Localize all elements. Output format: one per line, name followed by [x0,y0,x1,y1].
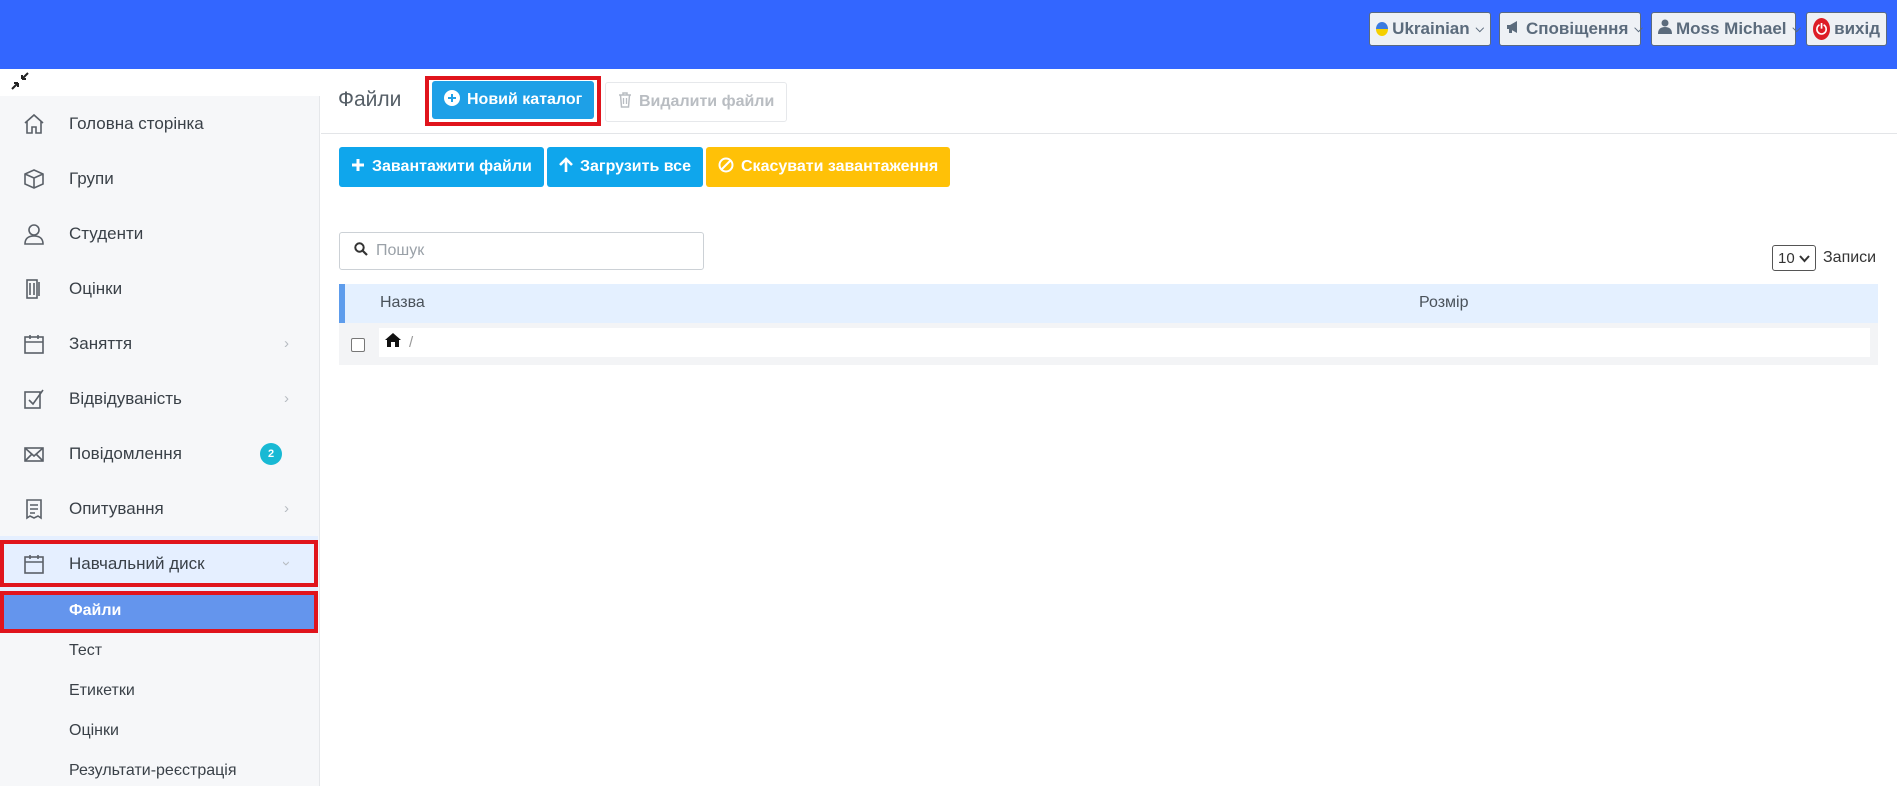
chevron-down-icon: ⌵ [1634,22,1643,35]
sidebar-item-label: Повідомлення [69,443,182,463]
collapse-icon[interactable] [10,71,30,97]
sidebar-item-label: Опитування [69,498,164,518]
chevron-down-icon: ⌵ [1792,22,1801,35]
language-dropdown[interactable]: Ukrainian ⌵ [1369,12,1491,46]
plus-circle-icon [444,89,460,111]
search-field[interactable]: Пошук [339,232,704,270]
sidebar: Головна сторінка Групи Студенти Оцінки З… [0,69,320,786]
ban-icon [718,157,734,178]
sidebar-subitem-label: Оцінки [69,722,119,739]
sidebar-item-label: Відвідуваність [69,388,182,408]
user-dropdown[interactable]: Moss Michael ⌵ [1651,12,1801,46]
new-folder-label: Новий каталог [467,91,583,108]
sidebar-item-grades[interactable]: Оцінки [0,261,318,316]
search-icon [354,241,368,261]
user-icon [1658,19,1672,39]
cancel-upload-button[interactable]: Скасувати завантаження [706,147,951,187]
per-page-select[interactable]: 10 [1772,245,1816,271]
per-page-value: 10 [1778,249,1795,267]
chevron-down-icon [1798,250,1810,267]
upload-files-label: Завантажити файли [372,158,532,175]
sidebar-collapse-bar [0,69,320,96]
delete-files-button[interactable]: Видалити файли [605,82,788,122]
notifications-label: Сповіщення [1526,19,1629,38]
sidebar-item-surveys[interactable]: Опитування › [0,481,318,536]
sidebar-subitem-label: Результати-реєстрація [69,762,237,779]
sidebar-subitem-test[interactable]: Тест [0,632,318,670]
chevron-down-icon: ⌵ [1475,22,1484,35]
upload-all-label: Загрузить все [580,158,691,175]
sidebar-subitem-grades[interactable]: Оцінки [0,712,318,750]
arrow-up-icon [559,156,573,178]
home-icon[interactable] [385,333,401,352]
column-header-size[interactable]: Розмір [1419,294,1468,312]
sidebar-subitem-labels[interactable]: Етикетки [0,672,318,710]
chevron-right-icon: › [284,500,289,517]
home-icon [22,112,46,136]
chevron-right-icon: › [284,390,289,407]
sidebar-item-label: Головна сторінка [69,113,204,133]
sidebar-item-label: Заняття [69,333,133,353]
cancel-upload-label: Скасувати завантаження [741,158,939,175]
sidebar-item-students[interactable]: Студенти [0,206,318,261]
sidebar-item-groups[interactable]: Групи [0,151,318,206]
search-placeholder: Пошук [376,242,425,259]
power-icon: ⏻ [1813,18,1831,40]
sidebar-item-label: Оцінки [69,278,123,298]
user-name: Moss Michael [1676,19,1787,38]
envelope-icon [22,442,46,466]
logout-label: вихід [1834,19,1880,38]
calendar-icon [22,332,46,356]
cube-icon [22,167,46,191]
files-table: Назва Розмір / [339,284,1878,365]
new-folder-button[interactable]: Новий каталог [432,81,595,119]
upload-files-button[interactable]: Завантажити файли [339,147,544,187]
plus-icon [351,158,365,177]
sidebar-item-label: Студенти [69,223,144,243]
sidebar-item-home[interactable]: Головна сторінка [0,96,318,151]
sidebar-item-attendance[interactable]: Відвідуваність › [0,371,318,426]
highlight-files [0,591,318,633]
user-icon [22,222,46,246]
checkbox-icon [22,387,46,411]
language-label: Ukrainian [1392,19,1470,38]
sidebar-subitem-label: Етикетки [69,682,135,699]
sidebar-item-lessons[interactable]: Заняття › [0,316,318,371]
receipt-icon [22,497,46,521]
sidebar-item-label: Групи [69,168,114,188]
sidebar-item-messages[interactable]: Повідомлення 2 [0,426,318,481]
logout-button[interactable]: ⏻ вихід [1806,12,1887,46]
notifications-dropdown[interactable]: Сповіщення ⌵ [1499,12,1643,46]
chevron-right-icon: › [284,335,289,352]
table-header: Назва Розмір [339,284,1878,323]
header-divider [321,133,1897,134]
delete-files-label: Видалити файли [639,93,775,110]
top-navbar: Ukrainian ⌵ Сповіщення ⌵ Moss Michael ⌵ … [0,0,1897,69]
sidebar-subitem-results-registration[interactable]: Результати-реєстрація [0,752,318,786]
ukraine-flag-icon [1376,22,1389,36]
per-page-label: Записи [1823,249,1877,266]
trash-icon [618,91,632,113]
table-row: / [339,323,1878,365]
sidebar-subitem-label: Тест [69,642,103,659]
megaphone-icon [1506,20,1522,39]
path-breadcrumb: / [379,328,1870,357]
unread-count-badge: 2 [260,442,282,465]
path-separator: / [409,334,414,351]
select-all-checkbox[interactable] [351,338,365,352]
highlight-learning-drive [0,540,318,587]
column-header-name[interactable]: Назва [380,294,425,312]
upload-all-button[interactable]: Загрузить все [547,147,703,187]
page-title: Файли [338,88,402,111]
grades-icon [22,277,46,301]
